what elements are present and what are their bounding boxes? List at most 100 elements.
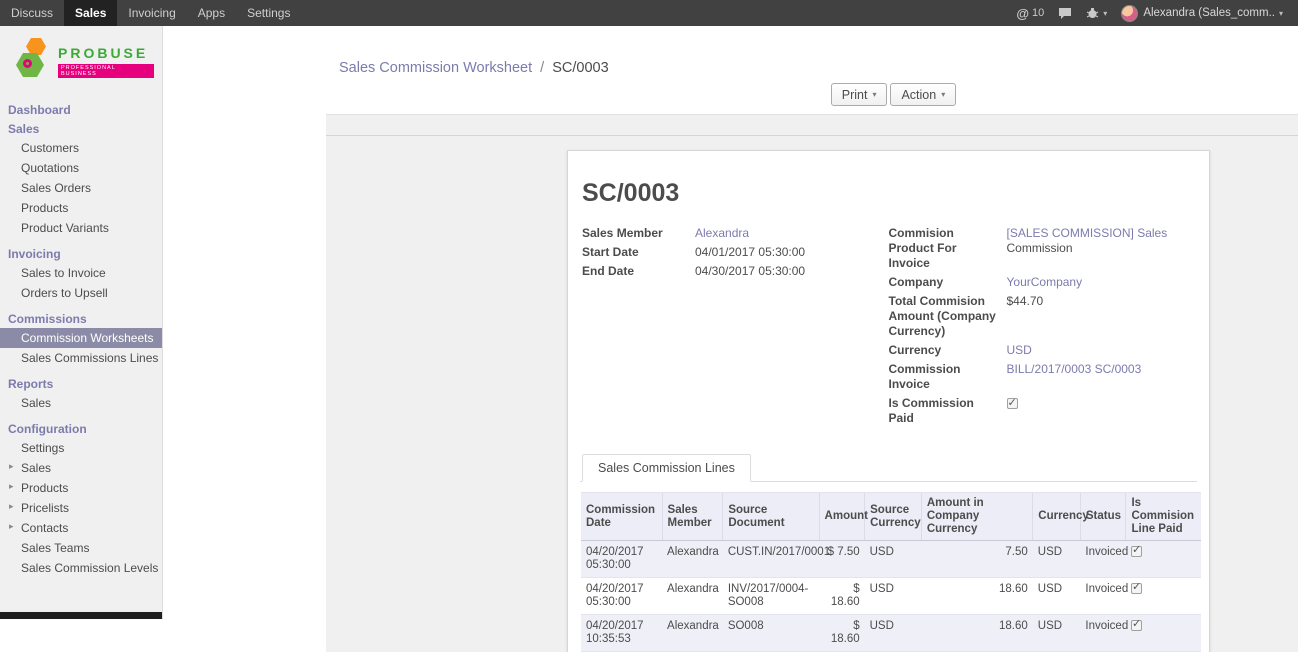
avatar — [1121, 5, 1138, 22]
probuse-logo-icon — [14, 36, 58, 88]
start-date-value: 04/01/2017 05:30:00 — [695, 245, 879, 260]
sidebar-heading-commissions[interactable]: Commissions — [0, 309, 162, 328]
col-header-status[interactable]: Status — [1080, 493, 1126, 541]
line-paid-checkbox — [1131, 546, 1142, 557]
total-commission-amount-value: $44.70 — [1007, 294, 1186, 339]
sidebar-item-product-variants[interactable]: Product Variants — [0, 218, 162, 238]
commission-product-rest: Commission — [1007, 241, 1073, 255]
sidebar-item-config-products[interactable]: ▸Products — [0, 478, 162, 498]
col-header-amount[interactable]: Amount — [819, 493, 865, 541]
sidebar-item-reports-sales[interactable]: Sales — [0, 393, 162, 413]
action-button[interactable]: Action ▾ — [890, 83, 956, 106]
col-header-source-document[interactable]: Source Document — [723, 493, 819, 541]
company-link[interactable]: YourCompany — [1007, 275, 1083, 289]
topmenu-discuss[interactable]: Discuss — [0, 0, 64, 26]
topmenu-apps[interactable]: Apps — [187, 0, 236, 26]
form-view-content: SC/0003 Sales Member Alexandra Start Dat… — [326, 137, 1298, 652]
chevron-down-icon: ▾ — [872, 90, 876, 99]
table-row[interactable]: 04/20/2017 05:30:00 Alexandra CUST.IN/20… — [581, 541, 1201, 578]
field-commission-invoice: Commission Invoice BILL/2017/0003 SC/000… — [889, 362, 1186, 392]
chevron-down-icon: ▾ — [941, 90, 945, 99]
sidebar-item-customers[interactable]: Customers — [0, 138, 162, 158]
main-panel: Sales Commission Worksheet / SC/0003 Pri… — [326, 52, 1298, 652]
topmenu-settings[interactable]: Settings — [236, 0, 301, 26]
sales-member-link[interactable]: Alexandra — [695, 226, 749, 240]
chevron-down-icon: ▾ — [1103, 9, 1107, 18]
col-header-amount-company-currency[interactable]: Amount in Company Currency — [921, 493, 1032, 541]
control-panel: Sales Commission Worksheet / SC/0003 Pri… — [326, 52, 1298, 114]
col-header-commission-date[interactable]: Commission Date — [581, 493, 662, 541]
sidebar-item-quotations[interactable]: Quotations — [0, 158, 162, 178]
chat-bubble-icon — [1058, 7, 1072, 20]
breadcrumb-separator: / — [540, 60, 544, 76]
expand-arrow-icon: ▸ — [9, 461, 14, 472]
commission-lines-table: Commission Date Sales Member Source Docu… — [581, 492, 1201, 652]
activities-button[interactable]: @ 10 — [1009, 0, 1051, 26]
notebook: Sales Commission Lines Commission Date S… — [580, 454, 1197, 652]
activity-count-badge: 10 — [1032, 7, 1044, 19]
breadcrumb-current: SC/0003 — [552, 60, 608, 76]
statusbar: Draft Paid — [326, 114, 1298, 136]
sidebar-item-sales-to-invoice[interactable]: Sales to Invoice — [0, 263, 162, 283]
sidebar-item-sales-teams[interactable]: Sales Teams — [0, 538, 162, 558]
table-row[interactable]: 04/20/2017 05:30:00 Alexandra INV/2017/0… — [581, 578, 1201, 615]
record-title: SC/0003 — [568, 165, 1209, 226]
topmenu-sales[interactable]: Sales — [64, 0, 117, 26]
logo-tagline: PROFESSIONAL BUSINESS — [58, 64, 154, 78]
sidebar-item-sales-commission-levels[interactable]: Sales Commission Levels — [0, 558, 162, 578]
sidebar-item-config-contacts[interactable]: ▸Contacts — [0, 518, 162, 538]
end-date-value: 04/30/2017 05:30:00 — [695, 264, 879, 279]
messages-button[interactable] — [1051, 0, 1079, 26]
chevron-down-icon: ▾ — [1279, 9, 1283, 18]
col-header-source-currency[interactable]: Source Currency — [865, 493, 922, 541]
expand-arrow-icon: ▸ — [9, 481, 14, 492]
field-commission-product: Commision Product For Invoice [SALES COM… — [889, 226, 1186, 271]
sidebar-item-commission-worksheets[interactable]: Commission Worksheets — [0, 328, 162, 348]
col-header-is-commission-line-paid[interactable]: Is Commision Line Paid — [1126, 493, 1201, 541]
company-logo: PROBUSE PROFESSIONAL BUSINESS — [0, 26, 162, 100]
line-paid-checkbox — [1131, 583, 1142, 594]
commission-invoice-link[interactable]: BILL/2017/0003 SC/0003 — [1007, 362, 1142, 376]
table-row[interactable]: 04/20/2017 10:35:53 Alexandra SO008 $ 18… — [581, 615, 1201, 652]
sidebar-heading-dashboard[interactable]: Dashboard — [0, 100, 162, 119]
sidebar-heading-reports[interactable]: Reports — [0, 374, 162, 393]
systray: @ 10 ▾ Alexandra (Sales_comm.. ▾ — [1009, 0, 1298, 26]
sidebar-item-sales-commissions-lines[interactable]: Sales Commissions Lines — [0, 348, 162, 368]
currency-link[interactable]: USD — [1007, 343, 1032, 357]
tab-sales-commission-lines[interactable]: Sales Commission Lines — [582, 454, 751, 482]
sidebar-heading-sales[interactable]: Sales — [0, 119, 162, 138]
breadcrumb-parent-link[interactable]: Sales Commission Worksheet — [339, 60, 532, 76]
field-currency: Currency USD — [889, 343, 1186, 358]
sidebar-heading-invoicing[interactable]: Invoicing — [0, 244, 162, 263]
print-button[interactable]: Print ▾ — [831, 83, 888, 106]
breadcrumb: Sales Commission Worksheet / SC/0003 — [339, 60, 609, 76]
field-is-commission-paid: Is Commission Paid — [889, 396, 1186, 426]
sidebar-heading-configuration[interactable]: Configuration — [0, 419, 162, 438]
is-commission-paid-checkbox — [1007, 398, 1018, 409]
debug-menu-button[interactable]: ▾ — [1079, 0, 1114, 26]
table-header-row: Commission Date Sales Member Source Docu… — [581, 493, 1201, 541]
logo-name: PROBUSE — [58, 46, 154, 61]
col-header-currency[interactable]: Currency — [1033, 493, 1081, 541]
topmenu-invoicing[interactable]: Invoicing — [117, 0, 186, 26]
field-start-date: Start Date 04/01/2017 05:30:00 — [582, 245, 879, 260]
sidebar-item-products[interactable]: Products — [0, 198, 162, 218]
at-icon: @ — [1016, 6, 1029, 21]
form-fields-group: Sales Member Alexandra Start Date 04/01/… — [568, 226, 1209, 430]
commission-product-link[interactable]: [SALES COMMISSION] Sales — [1007, 226, 1168, 240]
user-name: Alexandra (Sales_comm.. — [1143, 7, 1275, 19]
app-sidebar: PROBUSE PROFESSIONAL BUSINESS Dashboard … — [0, 26, 163, 619]
sidebar-item-config-sales[interactable]: ▸Sales — [0, 458, 162, 478]
col-header-sales-member[interactable]: Sales Member — [662, 493, 723, 541]
user-menu-button[interactable]: Alexandra (Sales_comm.. ▾ — [1114, 0, 1290, 26]
field-end-date: End Date 04/30/2017 05:30:00 — [582, 264, 879, 279]
action-toolbar: Print ▾ Action ▾ — [326, 83, 1298, 106]
field-company: Company YourCompany — [889, 275, 1186, 290]
sidebar-item-settings[interactable]: Settings — [0, 438, 162, 458]
sidebar-item-orders-to-upsell[interactable]: Orders to Upsell — [0, 283, 162, 303]
form-sheet: SC/0003 Sales Member Alexandra Start Dat… — [567, 150, 1210, 652]
expand-arrow-icon: ▸ — [9, 521, 14, 532]
top-navbar: Discuss Sales Invoicing Apps Settings @ … — [0, 0, 1298, 26]
sidebar-item-sales-orders[interactable]: Sales Orders — [0, 178, 162, 198]
sidebar-item-config-pricelists[interactable]: ▸Pricelists — [0, 498, 162, 518]
